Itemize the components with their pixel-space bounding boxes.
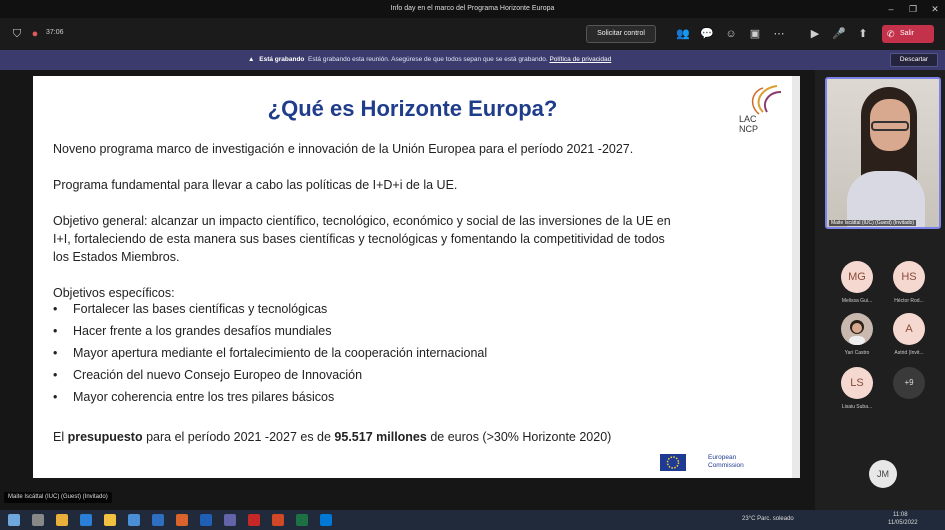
- app-icon[interactable]: [176, 514, 188, 526]
- recording-banner: ▲ Está grabando Está grabando esta reuni…: [0, 50, 945, 70]
- microphone-icon[interactable]: 🎤: [832, 27, 846, 41]
- ec-text: European Commission: [708, 454, 744, 469]
- ncp-text: NCP: [739, 124, 759, 134]
- recording-title: Está grabando: [259, 56, 305, 63]
- start-icon[interactable]: [8, 514, 20, 526]
- search-icon[interactable]: [32, 514, 44, 526]
- chat-icon[interactable]: 💬: [700, 27, 714, 41]
- participant-name: Melissa Gui...: [841, 298, 873, 304]
- participant-photo-avatar[interactable]: [841, 313, 873, 345]
- list-item: • Fortalecer las bases científicas y tecn…: [53, 302, 328, 316]
- title-bar: Info day en el marco del Programa Horizo…: [0, 0, 945, 18]
- presentation-slide: ¿Qué es Horizonte Europa? LAC NCP Noveno…: [33, 76, 792, 478]
- budget-keyword: presupuesto: [67, 430, 143, 444]
- teams-meeting-window: Info day en el marco del Programa Horizo…: [0, 0, 945, 530]
- budget-line: El presupuesto para el período 2021 -202…: [53, 430, 612, 444]
- shield-icon[interactable]: ⛉: [10, 27, 24, 41]
- mail-icon[interactable]: [152, 514, 164, 526]
- file-explorer-icon[interactable]: [104, 514, 116, 526]
- request-control-button[interactable]: Solicitar control: [586, 25, 656, 43]
- reactions-icon[interactable]: ☺: [724, 27, 738, 41]
- clock-time[interactable]: 11:08: [893, 512, 908, 518]
- presenter-name-tag: Maite Iscáttal (IUC) (Guest) (Invitado): [4, 492, 112, 503]
- participant-avatar[interactable]: MG: [841, 261, 873, 293]
- lac-text: LAC: [739, 114, 757, 124]
- budget-amount: 95.517 millones: [334, 430, 427, 444]
- store-icon[interactable]: [128, 514, 140, 526]
- participant-name: Lisaiu Suba...: [841, 404, 873, 410]
- lac-ncp-text: LAC NCP: [739, 114, 758, 134]
- more-participants-button[interactable]: +9: [893, 367, 925, 399]
- paragraph-general-objective-1: Objetivo general: alcanzar un impacto ci…: [53, 214, 671, 228]
- list-item: • Hacer frente a los grandes desafíos mun…: [53, 324, 332, 338]
- acrobat-icon[interactable]: [248, 514, 260, 526]
- slide-scrollbar[interactable]: [792, 76, 800, 478]
- slide-title: ¿Qué es Horizonte Europa?: [267, 96, 558, 121]
- eu-flag-icon: [660, 454, 686, 471]
- powerpoint-icon[interactable]: [272, 514, 284, 526]
- recording-text: Está grabando esta reunión. Asegúrese de…: [308, 56, 548, 63]
- outlook-icon[interactable]: [320, 514, 332, 526]
- european-commission-logo: European Commission: [650, 450, 760, 478]
- specific-objectives-list: • Fortalecer las bases científicas y tecn…: [53, 298, 487, 408]
- maximize-icon[interactable]: ❐: [906, 2, 920, 16]
- participant-avatar[interactable]: A: [893, 313, 925, 345]
- speaker-name-label: Maite Iscáttal (IUC) (Guest) (Invitado): [829, 220, 917, 226]
- paragraph-definition: Noveno programa marco de investigación e…: [53, 142, 634, 156]
- list-item: • Mayor coherencia entre los tres pilares…: [53, 390, 335, 404]
- meeting-timer: 37:06: [46, 29, 64, 36]
- person-photo-icon: [849, 320, 865, 345]
- participant-name: Astrid (Invit...: [894, 350, 924, 356]
- minimize-icon[interactable]: –: [884, 2, 898, 16]
- more-options-icon[interactable]: ⋯: [772, 27, 786, 41]
- weather-widget[interactable]: 23°C Parc. soleado: [742, 516, 794, 522]
- list-item: • Creación del nuevo Consejo Europeo de I…: [53, 368, 363, 382]
- share-screen-icon[interactable]: ⬆: [856, 27, 870, 41]
- close-icon[interactable]: ✕: [928, 2, 942, 16]
- leave-label: Salir: [900, 30, 915, 37]
- privacy-policy-link[interactable]: Política de privacidad: [549, 56, 611, 63]
- participants-gallery: Maite Iscáttal (IUC) (Guest) (Invitado) …: [815, 70, 945, 510]
- paragraph-general-objective-2: I+I, fortaleciendo de esta manera sus ba…: [53, 232, 665, 246]
- self-avatar[interactable]: JM: [869, 460, 897, 488]
- speaker-video-tile[interactable]: Maite Iscáttal (IUC) (Guest) (Invitado): [825, 77, 941, 229]
- paragraph-policy: Programa fundamental para llevar a cabo …: [53, 178, 458, 192]
- edge-icon[interactable]: [80, 514, 92, 526]
- meeting-toolbar: ⛉ ● 37:06 Solicitar control 👥 💬 ☺ ▣ ⋯ ▶ …: [0, 18, 945, 50]
- shared-screen-stage: ¿Qué es Horizonte Europa? LAC NCP Noveno…: [0, 70, 815, 510]
- rooms-icon[interactable]: ▣: [748, 27, 762, 41]
- participant-avatar[interactable]: HS: [893, 261, 925, 293]
- clock-date[interactable]: 11/05/2022: [888, 520, 918, 526]
- warning-icon: ▲: [248, 56, 255, 63]
- participant-name: Héctor Rod...: [894, 298, 924, 304]
- leave-button[interactable]: ✆ Salir: [882, 25, 934, 43]
- excel-icon[interactable]: [296, 514, 308, 526]
- windows-taskbar: 23°C Parc. soleado 11:08 11/05/2022: [0, 510, 945, 530]
- paragraph-general-objective-3: los Estados Miembros.: [53, 250, 180, 264]
- word-icon[interactable]: [200, 514, 212, 526]
- recording-icon: ●: [31, 28, 39, 40]
- participant-name: Yari Castro: [844, 350, 870, 356]
- participant-avatar[interactable]: LS: [841, 367, 873, 399]
- list-item: • Mayor apertura mediante el fortalecimie…: [53, 346, 488, 360]
- phone-icon: ✆: [887, 29, 895, 39]
- recording-message: ▲ Está grabando Está grabando esta reuni…: [248, 56, 611, 63]
- dismiss-button[interactable]: Descartar: [890, 53, 938, 67]
- lac-ncp-swirl-icon: [751, 85, 782, 115]
- chrome-icon[interactable]: [56, 514, 68, 526]
- glasses-icon: [871, 121, 909, 131]
- camera-icon[interactable]: ▶: [808, 27, 822, 41]
- lac-ncp-logo: LAC NCP: [733, 82, 785, 142]
- teams-icon[interactable]: [224, 514, 236, 526]
- participants-icon[interactable]: 👥: [676, 27, 690, 41]
- window-title: Info day en el marco del Programa Horizo…: [390, 5, 555, 12]
